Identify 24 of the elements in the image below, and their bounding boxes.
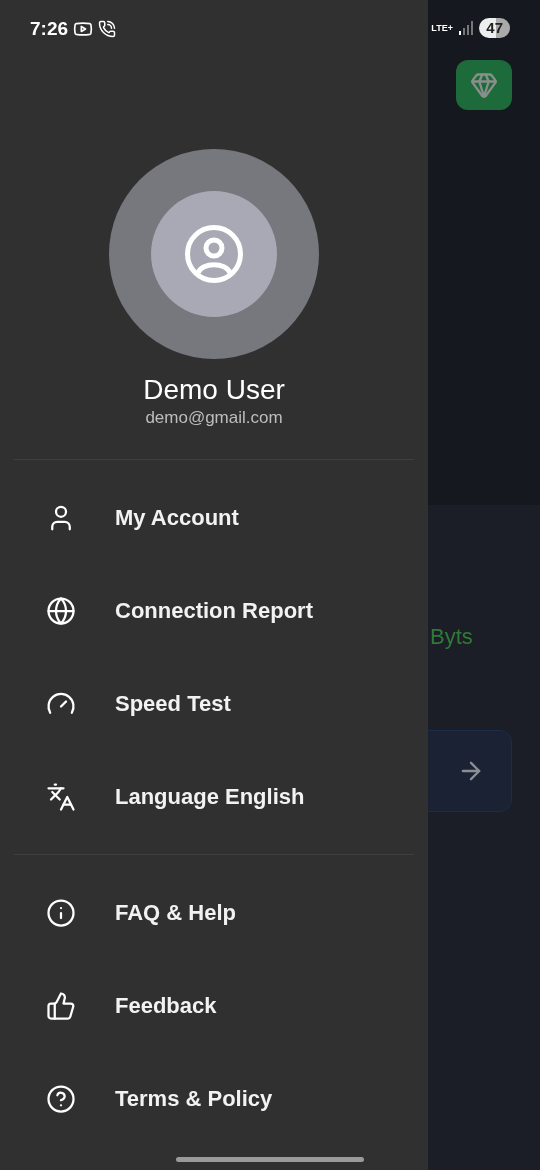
status-time: 7:26 [30, 16, 69, 41]
profile-email: demo@gmail.com [145, 407, 283, 429]
info-icon [46, 897, 76, 928]
menu-item[interactable]: Feedback [14, 959, 414, 1052]
menu-item[interactable]: My Account [14, 471, 414, 564]
network-type: LTE+ [431, 23, 454, 33]
profile-name: Demo User [143, 373, 285, 407]
menu-item[interactable]: Connection Report [14, 564, 414, 657]
video-icon [73, 19, 94, 39]
premium-button[interactable] [456, 60, 512, 110]
menu-item[interactable]: Language English [14, 750, 414, 843]
signal-icon [459, 21, 474, 35]
battery-indicator: 47 [479, 18, 510, 38]
profile-icon [184, 224, 244, 284]
globe-icon [46, 595, 76, 626]
menu-item[interactable]: FAQ & Help [14, 866, 414, 959]
help-icon [46, 1083, 76, 1114]
menu-item[interactable]: Terms & Policy [14, 1052, 414, 1145]
menu-item[interactable]: Speed Test [14, 657, 414, 750]
diamond-icon [470, 71, 498, 99]
phone-icon [98, 20, 117, 38]
translate-icon [46, 781, 76, 812]
stat-text: Byts [430, 623, 473, 651]
thumbs-up-icon [46, 990, 76, 1021]
